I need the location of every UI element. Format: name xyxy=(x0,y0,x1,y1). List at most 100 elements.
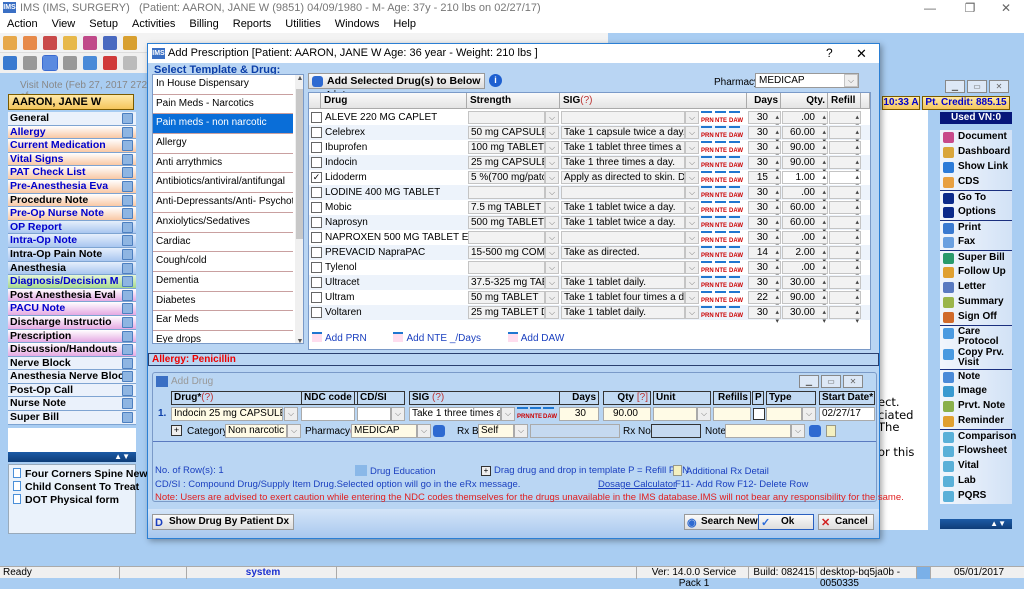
nte-icon[interactable]: NTE xyxy=(715,126,727,139)
refill-stepper[interactable]: ▴▾ xyxy=(829,261,861,280)
action-lab[interactable]: Lab xyxy=(940,474,1012,489)
maximize-button[interactable]: ❐ xyxy=(952,0,988,16)
prn-icon[interactable]: PRN xyxy=(701,186,714,199)
info-icon[interactable]: i xyxy=(489,74,502,87)
add-daw-link[interactable]: Add DAW xyxy=(507,332,577,344)
note-open-icon[interactable] xyxy=(122,344,133,356)
sig-select[interactable]: Take 1 tablet twice a day. xyxy=(561,201,685,214)
prn-icon[interactable]: PRN xyxy=(701,201,714,214)
refill-stepper[interactable]: ▴▾ xyxy=(829,126,861,145)
edit-icon[interactable] xyxy=(83,36,97,50)
days-stepper[interactable]: 15▴▾ xyxy=(748,171,781,190)
chevron-down-icon[interactable]: ⌵ xyxy=(545,291,559,304)
qty-input[interactable]: 90.00 xyxy=(603,407,651,421)
chevron-down-icon[interactable]: ⌵ xyxy=(685,111,699,124)
nte-icon[interactable]: NTE xyxy=(715,171,727,184)
strength-select[interactable]: 37.5-325 mg TABLE xyxy=(468,276,545,289)
chevron-down-icon[interactable]: ⌵ xyxy=(545,171,559,184)
template-item[interactable]: Anti-Depressants/Anti- Psychotics xyxy=(153,193,293,213)
refill-stepper[interactable]: ▴▾ xyxy=(829,246,861,265)
sig-select[interactable]: Apply as directed to skin. Do not l xyxy=(561,171,685,184)
note-open-icon[interactable] xyxy=(122,167,133,179)
nte-icon[interactable]: NTE xyxy=(715,261,727,274)
chevron-down-icon[interactable]: ⌵ xyxy=(685,171,699,184)
cancel-button[interactable]: ✕ Cancel xyxy=(818,514,874,530)
rxby-select[interactable]: Self xyxy=(478,424,514,438)
template-item[interactable]: Antibiotics/antiviral/antifungal xyxy=(153,173,293,194)
strength-select[interactable] xyxy=(468,261,545,274)
ad-close-button[interactable]: ✕ xyxy=(843,375,863,388)
refill-stepper[interactable]: ▴▾ xyxy=(829,231,861,250)
days-input[interactable]: 30 xyxy=(559,407,599,421)
sig-select[interactable]: Take 1 tablet daily. xyxy=(561,276,685,289)
dosage-calculator-link[interactable]: Dosage Calculator xyxy=(598,479,676,490)
expand-plus-icon[interactable]: + xyxy=(171,425,182,436)
daw-icon[interactable]: DAW xyxy=(729,111,743,124)
prn-icon[interactable]: PRN xyxy=(701,156,714,169)
drug-checkbox[interactable] xyxy=(311,202,322,213)
nav-item[interactable]: Discharge Instructio xyxy=(8,315,136,330)
unit-dropdown[interactable]: ⌵ xyxy=(697,407,711,421)
chevron-down-icon[interactable]: ⌵ xyxy=(685,141,699,154)
chevron-down-icon[interactable]: ⌵ xyxy=(685,216,699,229)
drug-dropdown[interactable]: ⌵ xyxy=(284,407,298,421)
chevron-down-icon[interactable]: ⌵ xyxy=(545,246,559,259)
refill-stepper[interactable]: ▴▾ xyxy=(829,201,861,220)
form-item[interactable]: DOT Physical form xyxy=(9,494,135,507)
prn-icon[interactable]: PRN xyxy=(701,171,714,184)
chevron-down-icon[interactable]: ⌵ xyxy=(844,74,858,87)
refill-stepper[interactable]: ▴▾ xyxy=(829,291,861,310)
nte-icon[interactable]: NTE xyxy=(715,291,727,304)
refill-stepper[interactable]: ▴▾ xyxy=(829,306,861,325)
nav-item[interactable]: Prescription xyxy=(8,329,136,344)
nav-item[interactable]: Super Bill xyxy=(8,411,136,425)
note-open-icon[interactable] xyxy=(122,208,133,220)
cdsi-select[interactable] xyxy=(357,407,391,421)
refills-input[interactable] xyxy=(713,407,751,421)
template-item[interactable]: Eye drops xyxy=(153,331,293,343)
action-letter[interactable]: Letter xyxy=(940,280,1012,295)
refill-stepper[interactable]: ▴▾ xyxy=(829,111,861,130)
drug-input[interactable]: Indocin 25 mg CAPSULE xyxy=(171,407,283,421)
sig-select[interactable]: Take 1 tablet four times a day. xyxy=(561,291,685,304)
additional-detail-icon[interactable] xyxy=(826,425,836,437)
action-show-link[interactable]: Show Link xyxy=(940,160,1012,175)
pharmacy-select[interactable]: MEDICAP ⌵ xyxy=(755,73,859,88)
days-stepper[interactable]: 30▴▾ xyxy=(748,276,781,295)
menu-view[interactable]: View xyxy=(45,16,83,32)
chevron-down-icon[interactable]: ⌵ xyxy=(685,231,699,244)
chevron-down-icon[interactable]: ⌵ xyxy=(685,291,699,304)
note-open-icon[interactable] xyxy=(122,316,133,328)
open-icon[interactable] xyxy=(3,56,17,70)
drug-checkbox[interactable]: ✓ xyxy=(311,172,322,183)
form-item[interactable]: Child Consent To Treat xyxy=(9,481,139,494)
note-dropdown[interactable]: ⌵ xyxy=(791,424,805,438)
prn-icon[interactable]: PRN xyxy=(701,216,714,229)
strength-select[interactable]: 50 mg TABLET xyxy=(468,291,545,304)
note-open-icon[interactable] xyxy=(122,330,133,342)
qty-stepper[interactable]: .00▴▾ xyxy=(782,261,828,280)
qty-stepper[interactable]: 90.00▴▾ xyxy=(782,156,828,175)
template-item[interactable]: Diabetes xyxy=(153,292,293,312)
refill-stepper[interactable]: ▴▾ xyxy=(829,216,861,235)
dialog-close-button[interactable]: ✕ xyxy=(856,44,867,63)
daw-icon[interactable]: DAW xyxy=(729,306,743,319)
add-icon[interactable] xyxy=(23,56,37,70)
scroll-up-icon[interactable]: ▲ xyxy=(295,75,303,82)
days-stepper[interactable]: 30▴▾ xyxy=(748,216,781,235)
prn-icon[interactable]: PRN xyxy=(701,306,714,319)
pharmacy-search-icon[interactable] xyxy=(433,425,445,437)
prn-icon[interactable]: PRN xyxy=(517,407,530,420)
refill-prn-checkbox[interactable] xyxy=(753,408,765,420)
remove-icon[interactable] xyxy=(63,56,77,70)
qty-stepper[interactable]: .00▴▾ xyxy=(782,186,828,205)
nav-item[interactable]: Pre-Op Nurse Note xyxy=(8,207,136,221)
refill-stepper[interactable]: ▴▾ xyxy=(829,276,861,295)
nav-item[interactable]: PACU Note xyxy=(8,302,136,316)
nav-item[interactable]: Vital Signs xyxy=(8,152,136,167)
action-dashboard[interactable]: Dashboard xyxy=(940,145,1012,160)
strength-select[interactable]: 100 mg TABLET xyxy=(468,141,545,154)
sig-dropdown[interactable]: ⌵ xyxy=(501,407,515,421)
note-open-icon[interactable] xyxy=(122,221,133,233)
nav-item[interactable]: Discussion/Handouts xyxy=(8,343,136,357)
